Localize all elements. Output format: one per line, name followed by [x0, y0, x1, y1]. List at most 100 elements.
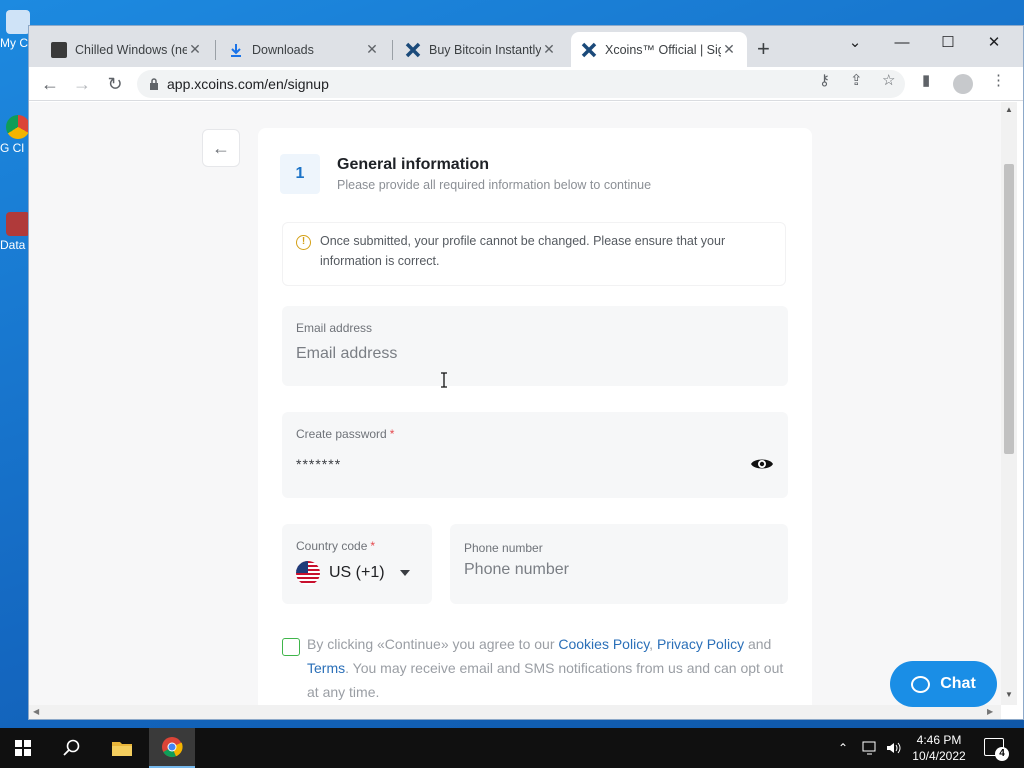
country-code-value: US (+1) — [329, 564, 385, 581]
eye-icon[interactable] — [750, 456, 774, 472]
chat-button[interactable]: Chat — [890, 661, 997, 707]
share-icon[interactable]: ⇪ — [850, 71, 863, 89]
page-viewport: ← 1 General information Please provide a… — [29, 102, 1009, 705]
phone-input[interactable] — [464, 561, 764, 579]
cookies-policy-link[interactable]: Cookies Policy — [558, 636, 649, 652]
scroll-right-icon[interactable]: ▶ — [987, 707, 993, 716]
desktop-icon-label: G Cl — [0, 141, 24, 155]
notification-center-icon[interactable]: 4 — [984, 738, 1009, 761]
back-button[interactable]: ← — [202, 129, 240, 167]
taskbar: ⌃ 4:46 PM 10/4/2022 4 — [0, 728, 1024, 768]
warning-icon: ! — [296, 235, 311, 250]
close-icon[interactable]: ✕ — [721, 41, 737, 58]
tab-divider — [392, 40, 393, 60]
clock-date: 10/4/2022 — [912, 749, 966, 763]
show-hidden-icons-button[interactable]: ⌃ — [838, 728, 848, 768]
tab-title: Xcoins™ Official | Sig — [605, 42, 721, 57]
scroll-left-icon[interactable]: ◀ — [33, 707, 39, 716]
key-icon[interactable]: ⚷ — [819, 71, 830, 89]
vertical-scrollbar[interactable]: ▲ ▼ — [1001, 102, 1017, 705]
chevron-up-icon: ⌃ — [838, 741, 849, 755]
horizontal-scrollbar[interactable]: ◀ ▶ — [29, 705, 1001, 719]
side-panel-icon[interactable]: ▮ — [922, 71, 930, 89]
chevron-down-icon — [400, 570, 410, 576]
step-title: General information — [337, 156, 490, 173]
start-button[interactable] — [0, 728, 46, 768]
notification-count-badge: 4 — [995, 747, 1009, 761]
country-code-select[interactable]: Country code * US (+1) — [282, 524, 432, 604]
search-icon — [63, 739, 80, 756]
email-field[interactable]: Email address — [282, 306, 788, 386]
us-flag-icon — [296, 561, 320, 585]
tab-search-button[interactable]: ⌄ — [832, 28, 878, 58]
xcoins-favicon — [405, 42, 421, 58]
tab-buy-bitcoin[interactable]: Buy Bitcoin Instantly ✕ — [395, 32, 567, 67]
desktop-icon-computer[interactable]: My C — [0, 10, 30, 50]
browser-toolbar: ← → ↻ app.xcoins.com/en/signup ⚷ ⇪ ☆ ▮ ⋮ — [29, 67, 1023, 101]
chrome-shortcut-icon — [6, 115, 30, 139]
privacy-policy-link[interactable]: Privacy Policy — [657, 636, 744, 652]
chat-bubble-icon — [911, 675, 931, 693]
scroll-down-icon[interactable]: ▼ — [1005, 690, 1013, 699]
folder-icon — [112, 742, 132, 756]
xcoins-favicon — [581, 42, 597, 58]
tab-title: Chilled Windows (new — [75, 42, 187, 57]
taskbar-chrome[interactable] — [149, 728, 195, 768]
password-field[interactable]: Create password * ******* — [282, 412, 788, 498]
volume-icon[interactable] — [886, 728, 902, 768]
taskbar-clock[interactable]: 4:46 PM 10/4/2022 — [906, 732, 972, 764]
desktop-icon-chrome[interactable]: G Cl — [0, 115, 30, 155]
taskbar-file-explorer[interactable] — [99, 728, 145, 768]
tab-title: Downloads — [252, 42, 314, 57]
reload-icon[interactable]: ↻ — [102, 71, 128, 97]
browser-window: Chilled Windows (new ✕ Downloads ✕ Buy B… — [28, 25, 1024, 720]
step-number: 1 — [280, 154, 320, 194]
url-text: app.xcoins.com/en/signup — [167, 76, 329, 92]
address-bar[interactable]: app.xcoins.com/en/signup — [137, 70, 905, 98]
maximize-button[interactable]: ☐ — [925, 28, 971, 58]
tab-chilled-windows[interactable]: Chilled Windows (new ✕ — [41, 32, 213, 67]
data-shortcut-icon — [6, 212, 30, 236]
email-input[interactable] — [296, 345, 766, 363]
agreement-text: By clicking «Continue» you agree to our … — [307, 636, 784, 700]
scroll-up-icon[interactable]: ▲ — [1005, 105, 1013, 114]
minimize-button[interactable]: — — [879, 28, 925, 58]
windows-logo-icon — [15, 740, 31, 756]
chrome-icon — [162, 737, 183, 758]
close-icon[interactable]: ✕ — [541, 41, 557, 58]
arrow-left-icon: ← — [212, 138, 230, 158]
tab-strip: Chilled Windows (new ✕ Downloads ✕ Buy B… — [29, 26, 1023, 67]
phone-field[interactable]: Phone number — [450, 524, 788, 604]
email-label: Email address — [296, 321, 373, 335]
warning-notice: ! Once submitted, your profile cannot be… — [282, 222, 786, 286]
tab-downloads[interactable]: Downloads ✕ — [218, 32, 390, 67]
network-icon[interactable] — [862, 728, 880, 768]
bookmark-star-icon[interactable]: ☆ — [882, 71, 895, 89]
video-favicon — [51, 41, 67, 58]
clock-time: 4:46 PM — [916, 733, 962, 747]
text-cursor-icon — [441, 372, 447, 388]
profile-avatar-icon[interactable] — [953, 74, 973, 94]
close-icon[interactable]: ✕ — [187, 41, 203, 58]
country-code-label: Country code * — [296, 539, 376, 553]
search-button[interactable] — [49, 728, 95, 768]
back-arrow-icon[interactable]: ← — [37, 71, 63, 97]
password-label: Create password * — [296, 427, 395, 441]
more-menu-icon[interactable]: ⋮ — [991, 71, 1006, 89]
desktop-icon-data[interactable]: Data — [0, 212, 30, 252]
scrollbar-thumb[interactable] — [1004, 164, 1014, 454]
tab-title: Buy Bitcoin Instantly — [429, 42, 541, 57]
desktop-icon-label: My C — [0, 36, 28, 50]
chat-label: Chat — [940, 675, 976, 692]
new-tab-button[interactable]: + — [757, 36, 770, 62]
lock-icon — [150, 78, 158, 90]
signup-card: 1 General information Please provide all… — [258, 128, 812, 705]
close-icon[interactable]: ✕ — [364, 41, 380, 58]
close-window-button[interactable]: ✕ — [971, 28, 1017, 58]
terms-link[interactable]: Terms — [307, 660, 345, 676]
download-icon — [228, 42, 244, 58]
terms-checkbox[interactable] — [282, 638, 300, 656]
forward-arrow-icon[interactable]: → — [69, 71, 95, 97]
password-value[interactable]: ******* — [296, 456, 341, 472]
tab-xcoins-signup[interactable]: Xcoins™ Official | Sig ✕ — [571, 32, 747, 67]
